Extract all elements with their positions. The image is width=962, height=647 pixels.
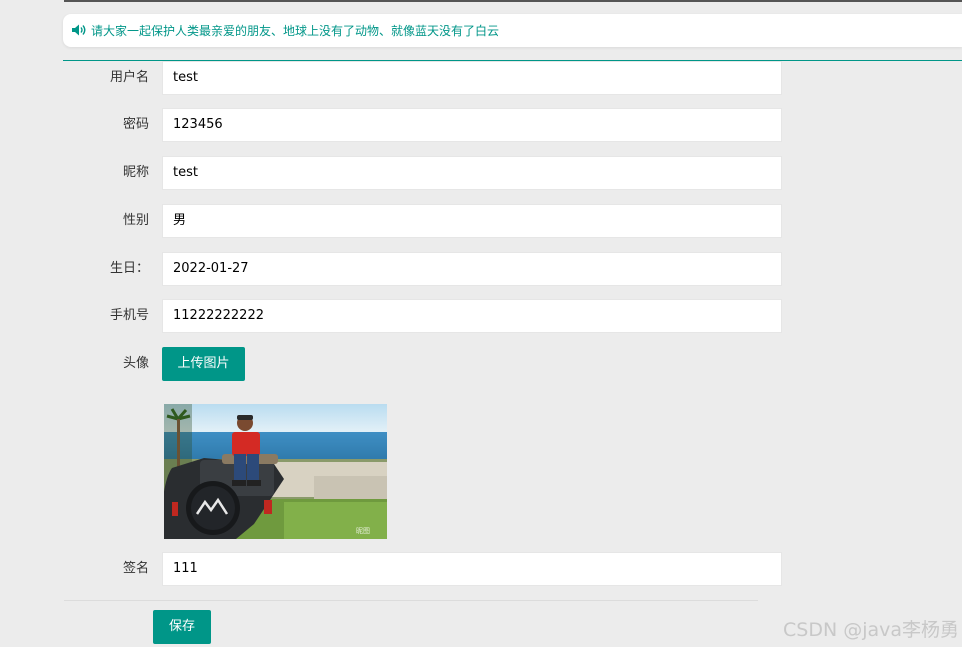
password-field[interactable]: 123456 [162,108,782,142]
csdn-watermark: CSDN @java李杨勇 [783,619,960,641]
phone-field[interactable]: 11222222222 [162,299,782,333]
svg-text:昵图: 昵图 [356,527,370,535]
form-divider [64,600,758,601]
avatar-label: 头像 [122,356,149,371]
username-label: 用户名 [109,70,149,85]
password-label: 密码 [122,117,149,132]
signature-field[interactable]: 111 [162,552,782,586]
birthday-row: 生日： 2022-01-27 [64,252,782,286]
save-button[interactable]: 保存 [153,610,211,644]
birthday-label: 生日： [109,261,149,276]
avatar-photo: 昵图 [164,404,387,539]
notice-bar: 请大家一起保护人类最亲爱的朋友、地球上没有了动物、就像蓝天没有了白云 [63,14,962,47]
nickname-label: 昵称 [122,165,149,180]
username-field[interactable]: test [162,61,782,95]
birthday-field[interactable]: 2022-01-27 [162,252,782,286]
top-border [64,0,962,2]
signature-row: 签名 111 [64,552,782,586]
gender-row: 性别 男 [64,204,782,238]
nickname-field[interactable]: test [162,156,782,190]
speaker-icon [72,24,86,36]
phone-label: 手机号 [109,308,149,323]
password-row: 密码 123456 [64,108,782,142]
gender-label: 性别 [122,213,149,228]
gender-field[interactable]: 男 [162,204,782,238]
upload-image-button[interactable]: 上传图片 [162,347,245,381]
avatar-image: 昵图 [164,404,387,539]
signature-label: 签名 [122,561,149,576]
phone-row: 手机号 11222222222 [64,299,782,333]
username-row: 用户名 test [64,61,782,95]
notice-text: 请大家一起保护人类最亲爱的朋友、地球上没有了动物、就像蓝天没有了白云 [91,24,500,38]
nickname-row: 昵称 test [64,156,782,190]
